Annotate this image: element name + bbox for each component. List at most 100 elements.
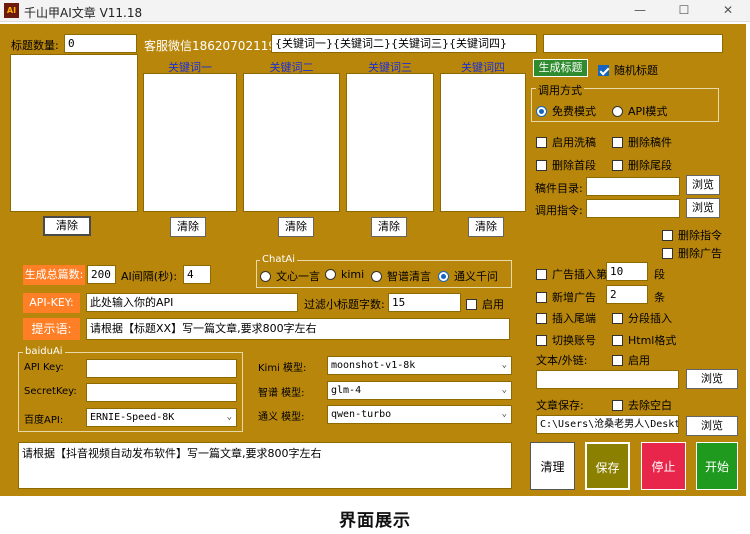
ad-insert-input[interactable]: 10: [606, 262, 648, 281]
draft-dir-browse-button[interactable]: 浏览: [686, 175, 720, 195]
save-button[interactable]: 保存: [585, 442, 630, 490]
zhipu-model-select[interactable]: glm-4 ⌄: [327, 381, 512, 400]
api-mode-option[interactable]: API模式: [612, 103, 667, 119]
call-cmd-input[interactable]: [586, 199, 680, 218]
text-link-enable-checkbox[interactable]: [612, 354, 623, 366]
ad-insert-checkbox[interactable]: [536, 268, 547, 280]
remove-blank-checkbox[interactable]: [612, 399, 623, 411]
insert-tail-option[interactable]: 插入尾端: [536, 310, 596, 326]
tongyi-model-select[interactable]: qwen-turbo ⌄: [327, 405, 512, 424]
split-insert-option[interactable]: 分段插入: [612, 310, 672, 326]
keyword-list-4[interactable]: [440, 73, 526, 212]
html-format-label: Html格式: [628, 334, 677, 347]
clean-button[interactable]: 清理: [530, 442, 575, 490]
chat-wenxin-option[interactable]: 文心一言: [260, 268, 320, 284]
zhipu-model-value: glm-4: [331, 385, 362, 396]
total-articles-input[interactable]: 200: [87, 265, 116, 284]
chat-kimi-label: kimi: [341, 268, 365, 281]
delete-ad-checkbox[interactable]: [662, 247, 673, 259]
extra-input[interactable]: [543, 34, 723, 53]
filter-enable-option[interactable]: 启用: [466, 296, 504, 312]
keyword-pattern-input[interactable]: {关键词一}{关键词二}{关键词三}{关键词四}: [271, 34, 537, 53]
draft-dir-input[interactable]: [586, 177, 680, 196]
text-link-enable-label: 启用: [628, 354, 650, 367]
insert-tail-checkbox[interactable]: [536, 312, 547, 324]
delete-last-option[interactable]: 删除尾段: [612, 157, 672, 173]
total-articles-label: 生成总篇数:: [23, 265, 85, 285]
delete-cmd-option[interactable]: 删除指令: [662, 227, 722, 243]
delete-first-checkbox[interactable]: [536, 159, 547, 171]
chat-zhipu-radio[interactable]: [371, 270, 382, 282]
filter-input[interactable]: 15: [388, 293, 461, 312]
text-link-browse-button[interactable]: 浏览: [686, 369, 738, 389]
enable-wash-checkbox[interactable]: [536, 136, 547, 148]
add-ad-checkbox[interactable]: [536, 291, 547, 303]
clear-keyword-2-button[interactable]: 清除: [278, 217, 314, 237]
title-list-area[interactable]: [10, 54, 138, 212]
baidu-api-select[interactable]: ERNIE-Speed-8K ⌄: [86, 408, 237, 427]
enable-wash-option[interactable]: 启用洗稿: [536, 134, 596, 150]
kimi-model-select[interactable]: moonshot-v1-8k ⌄: [327, 356, 512, 375]
start-button[interactable]: 开始: [696, 442, 738, 490]
chat-wenxin-radio[interactable]: [260, 270, 271, 282]
delete-draft-option[interactable]: 删除稿件: [612, 134, 672, 150]
ad-insert-option[interactable]: 广告插入第: [536, 266, 607, 282]
api-key-label: API-KEY:: [23, 293, 80, 313]
baidu-secret-input[interactable]: [86, 383, 237, 402]
call-mode-title: 调用方式: [536, 82, 584, 98]
chat-zhipu-option[interactable]: 智谱清言: [371, 268, 431, 284]
chat-tongyi-label: 通义千问: [454, 270, 498, 283]
clear-keyword-3-button[interactable]: 清除: [371, 217, 407, 237]
add-ad-option[interactable]: 新增广告: [536, 289, 596, 305]
delete-last-checkbox[interactable]: [612, 159, 623, 171]
split-insert-checkbox[interactable]: [612, 312, 623, 324]
generate-title-button[interactable]: 生成标题: [533, 59, 588, 77]
title-count-input[interactable]: 0: [64, 34, 137, 53]
interval-input[interactable]: 4: [183, 265, 211, 284]
text-link-input[interactable]: [536, 370, 679, 389]
remove-blank-option[interactable]: 去除空白: [612, 397, 672, 413]
delete-cmd-checkbox[interactable]: [662, 229, 673, 241]
switch-account-checkbox[interactable]: [536, 334, 547, 346]
delete-draft-checkbox[interactable]: [612, 136, 623, 148]
chat-tongyi-option[interactable]: 通义千问: [438, 268, 498, 284]
delete-first-option[interactable]: 删除首段: [536, 157, 596, 173]
output-text-area[interactable]: 请根据【抖音视频自动发布软件】写一篇文章,要求800字左右: [18, 442, 512, 489]
api-key-input[interactable]: 此处输入你的API: [86, 293, 298, 312]
call-cmd-browse-button[interactable]: 浏览: [686, 198, 720, 218]
text-link-enable-option[interactable]: 启用: [612, 352, 650, 368]
random-title-option[interactable]: 随机标题: [598, 62, 658, 78]
clear-keyword-1-button[interactable]: 清除: [170, 217, 206, 237]
save-path-browse-button[interactable]: 浏览: [686, 416, 738, 436]
random-title-checkbox[interactable]: [598, 64, 609, 76]
html-format-option[interactable]: Html格式: [612, 332, 676, 348]
clear-keyword-4-button[interactable]: 清除: [468, 217, 504, 237]
stop-button[interactable]: 停止: [641, 442, 686, 490]
chat-kimi-option[interactable]: kimi: [325, 268, 364, 281]
switch-account-option[interactable]: 切换账号: [536, 332, 596, 348]
maximize-icon[interactable]: ☐: [662, 0, 706, 22]
support-wechat: 客服微信18620702119: [144, 39, 276, 53]
minimize-icon[interactable]: —: [618, 0, 662, 22]
chevron-down-icon: ⌄: [226, 412, 232, 422]
tongyi-model-label: 通义 模型:: [258, 412, 305, 423]
filter-enable-checkbox[interactable]: [466, 298, 477, 310]
close-icon[interactable]: ✕: [706, 0, 750, 22]
chat-kimi-radio[interactable]: [325, 269, 336, 280]
free-mode-radio[interactable]: [536, 105, 547, 117]
keyword-list-1[interactable]: [143, 73, 237, 212]
api-mode-radio[interactable]: [612, 105, 623, 117]
keyword-list-3[interactable]: [346, 73, 434, 212]
html-format-checkbox[interactable]: [612, 334, 623, 346]
baidu-api-key-input[interactable]: [86, 359, 237, 378]
prompt-input[interactable]: 请根据【标题XX】写一篇文章,要求800字左右: [86, 318, 510, 340]
chat-tongyi-radio[interactable]: [438, 270, 449, 282]
free-mode-option[interactable]: 免费模式: [536, 103, 596, 119]
save-path-label: 文章保存:: [536, 399, 584, 412]
delete-ad-option[interactable]: 删除广告: [662, 245, 722, 261]
add-ad-input[interactable]: 2: [606, 285, 648, 304]
save-path-input[interactable]: C:\Users\沧桑老男人\Deskto: [536, 415, 679, 434]
clear-titles-button[interactable]: 清除: [43, 216, 91, 236]
keyword-list-2[interactable]: [243, 73, 340, 212]
ad-insert-label: 广告插入第: [552, 268, 607, 281]
